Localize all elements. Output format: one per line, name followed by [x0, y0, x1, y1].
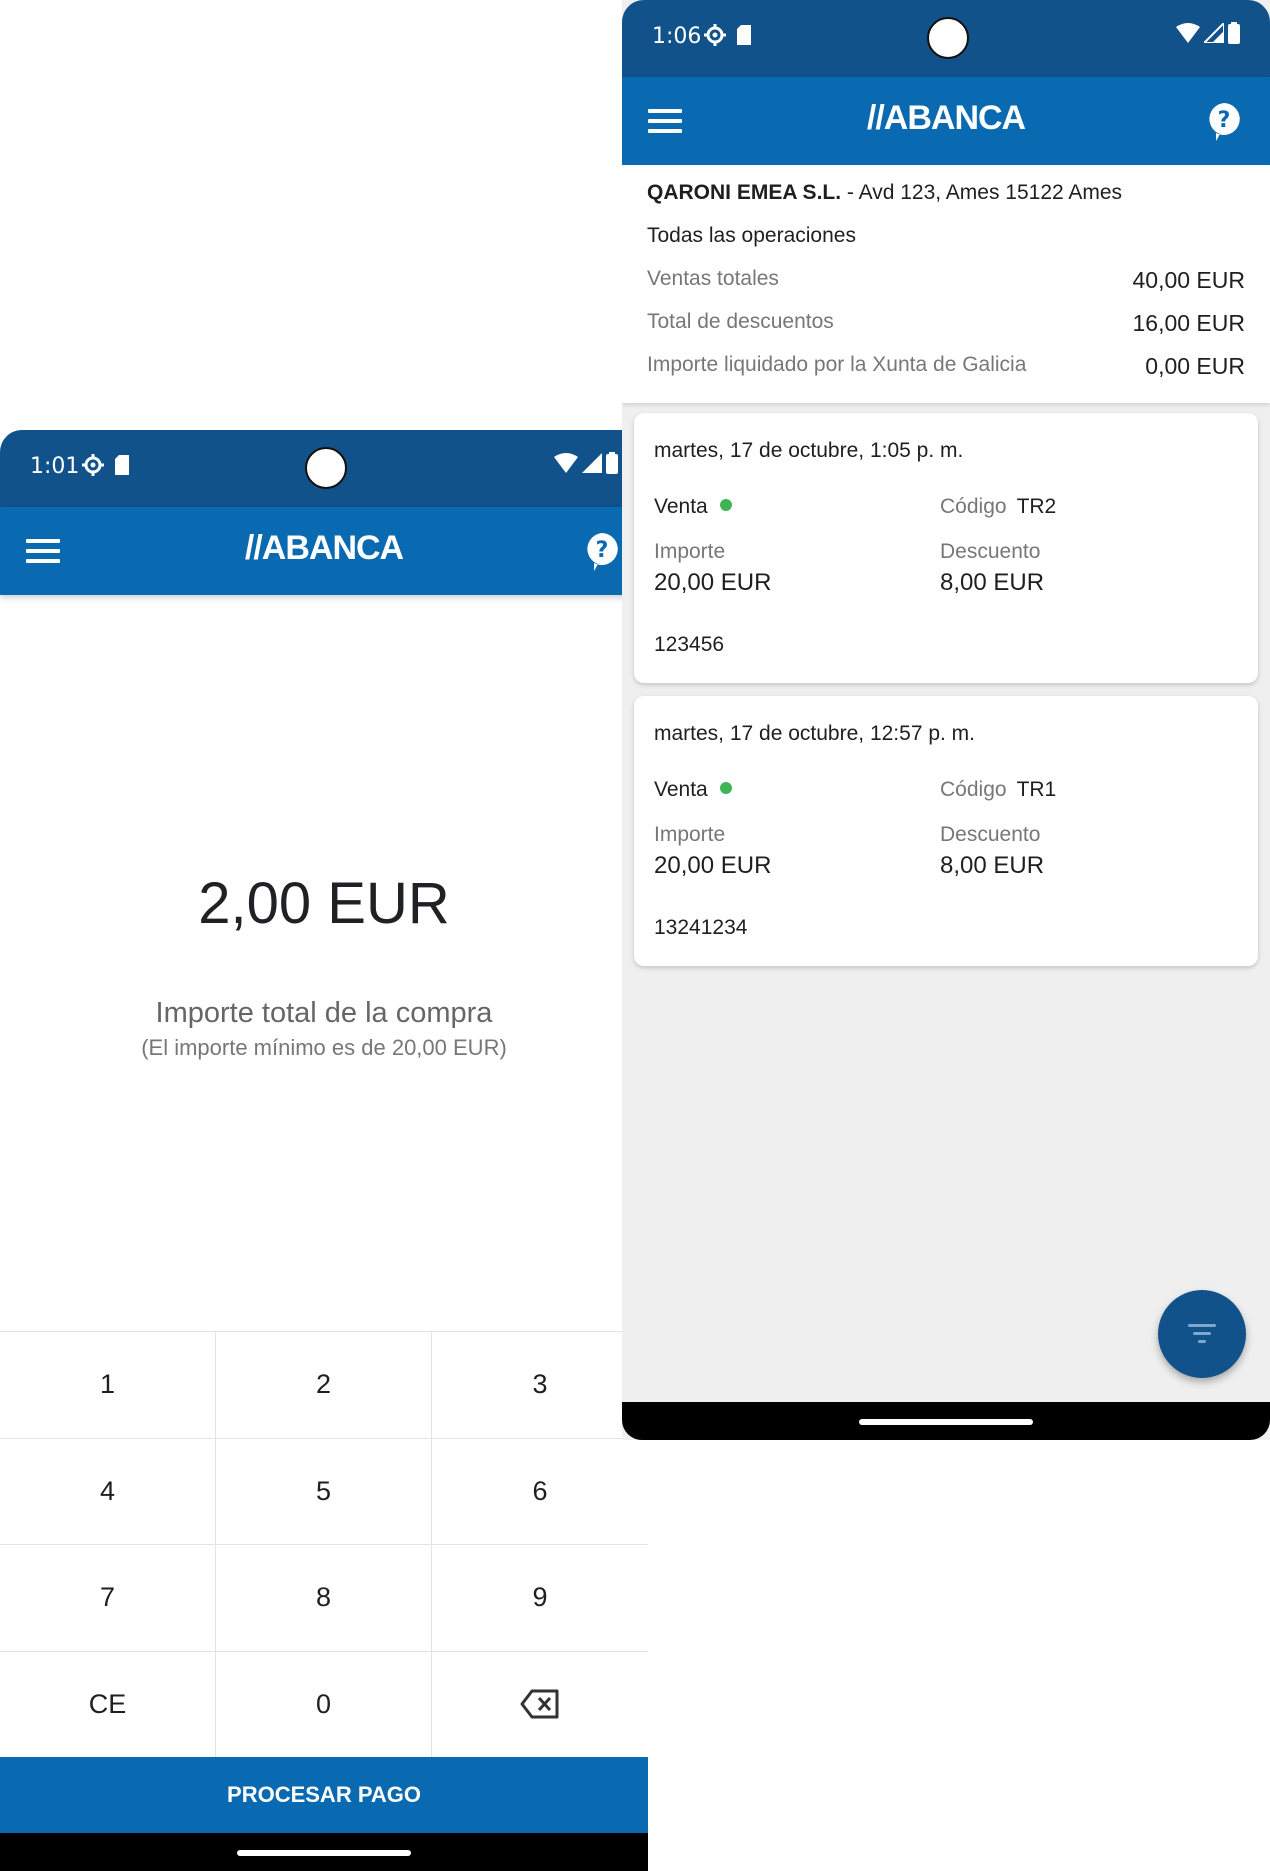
amount-hint: (El importe mínimo es de 20,00 EUR): [141, 1035, 507, 1060]
discount-label: Descuento: [940, 540, 1041, 563]
camera-cutout: [927, 17, 969, 59]
transaction-reference: 13241234: [654, 916, 748, 939]
status-bar: 1:06: [622, 0, 1270, 77]
key-6[interactable]: 6: [432, 1438, 648, 1545]
transaction-card[interactable]: martes, 17 de octubre, 12:57 p. m. Venta…: [634, 696, 1258, 966]
summary-label: Importe liquidado por la Xunta de Galici…: [647, 353, 1027, 376]
settings-icon: [82, 454, 104, 476]
key-0[interactable]: 0: [216, 1651, 432, 1758]
transaction-date: martes, 17 de octubre, 12:57 p. m.: [654, 722, 976, 745]
battery-icon: [1228, 22, 1240, 44]
amount-label: Importe total de la compra: [155, 997, 493, 1029]
key-7[interactable]: 7: [0, 1545, 216, 1652]
code-value: TR1: [1016, 778, 1057, 801]
transaction-code: Código TR2: [940, 495, 1056, 519]
key-clear[interactable]: CE: [0, 1651, 216, 1758]
transaction-type-label: Venta: [654, 495, 708, 518]
amount-label: Importe: [654, 540, 726, 563]
transaction-type-label: Venta: [654, 778, 708, 801]
settings-icon: [704, 24, 726, 46]
status-time: 1:06: [652, 24, 702, 49]
wifi-icon: [1176, 23, 1200, 43]
transaction-reference: 123456: [654, 633, 725, 656]
summary-label: Ventas totales: [647, 267, 779, 290]
key-4[interactable]: 4: [0, 1438, 216, 1545]
app-bar: //ABANCA ?: [622, 77, 1270, 165]
key-5[interactable]: 5: [216, 1438, 432, 1545]
key-8[interactable]: 8: [216, 1545, 432, 1652]
battery-icon: [606, 452, 618, 474]
summary-row-total-discounts: Total de descuentos 16,00 EUR: [647, 310, 1245, 337]
status-dot: [719, 499, 732, 511]
signal-icon: [582, 453, 602, 473]
transaction-type: Venta: [654, 778, 732, 802]
sd-card-icon: [737, 25, 751, 45]
discount-value: 8,00 EUR: [940, 569, 1045, 596]
amount-value: 20,00 EUR: [654, 852, 772, 879]
status-time: 1:01: [30, 454, 80, 479]
wifi-icon: [554, 453, 578, 473]
transaction-card[interactable]: martes, 17 de octubre, 1:05 p. m. Venta …: [634, 413, 1258, 683]
status-bar: 1:01: [0, 430, 648, 507]
app-bar: //ABANCA ?: [0, 507, 648, 595]
code-value: TR2: [1016, 495, 1057, 518]
transaction-code: Código TR1: [940, 778, 1056, 802]
summary-value: 0,00 EUR: [1145, 353, 1245, 379]
status-dot: [719, 782, 732, 794]
discount-label: Descuento: [940, 823, 1041, 846]
discount-value: 8,00 EUR: [940, 852, 1045, 879]
abanca-logo: //ABANCA: [244, 529, 404, 567]
summary-heading: Todas las operaciones: [647, 224, 856, 247]
signal-icon: [1204, 23, 1224, 43]
navigation-bar: [622, 1402, 1270, 1440]
home-handle[interactable]: [237, 1850, 411, 1856]
summary-row-settled-amount: Importe liquidado por la Xunta de Galici…: [647, 353, 1245, 380]
backspace-icon: [520, 1689, 559, 1719]
amount-value: 2,00 EUR: [198, 871, 450, 936]
svg-text:?: ?: [596, 538, 609, 563]
camera-cutout: [305, 447, 347, 489]
transaction-date: martes, 17 de octubre, 1:05 p. m.: [654, 439, 964, 462]
summary-label: Total de descuentos: [647, 310, 834, 333]
key-backspace[interactable]: [432, 1651, 648, 1758]
key-1[interactable]: 1: [0, 1332, 216, 1439]
code-label: Código: [940, 495, 1007, 518]
process-payment-button[interactable]: PROCESAR PAGO: [0, 1757, 648, 1833]
merchant-info: QARONI EMEA S.L. - Avd 123, Ames 15122 A…: [647, 181, 1122, 205]
help-icon[interactable]: ?: [584, 531, 620, 571]
summary-value: 40,00 EUR: [1132, 267, 1245, 293]
operations-summary: QARONI EMEA S.L. - Avd 123, Ames 15122 A…: [622, 165, 1270, 403]
abanca-logo: //ABANCA: [866, 99, 1026, 137]
operations-screen: 1:06 //ABANCA ? QARONI EMEA S.L. - Avd 1…: [622, 0, 1270, 1440]
key-2[interactable]: 2: [216, 1332, 432, 1439]
summary-value: 16,00 EUR: [1132, 310, 1245, 336]
payment-screen: 1:01 //ABANCA ? 2,00 EUR Importe total d…: [0, 430, 648, 1871]
filter-button[interactable]: [1158, 1290, 1246, 1378]
amount-value: 20,00 EUR: [654, 569, 772, 596]
numeric-keypad: 1 2 3 4 5 6 7 8 9 CE 0: [0, 1331, 648, 1758]
merchant-address: - Avd 123, Ames 15122 Ames: [841, 181, 1123, 204]
code-label: Código: [940, 778, 1007, 801]
merchant-name: QARONI EMEA S.L.: [647, 181, 842, 204]
key-3[interactable]: 3: [432, 1332, 648, 1439]
summary-row-total-sales: Ventas totales 40,00 EUR: [647, 267, 1245, 294]
sd-card-icon: [115, 455, 129, 475]
transaction-type: Venta: [654, 495, 732, 519]
home-handle[interactable]: [859, 1419, 1033, 1425]
help-icon[interactable]: ?: [1206, 101, 1242, 141]
svg-text:?: ?: [1218, 108, 1231, 133]
key-9[interactable]: 9: [432, 1545, 648, 1652]
navigation-bar: [0, 1833, 648, 1871]
amount-label: Importe: [654, 823, 726, 846]
